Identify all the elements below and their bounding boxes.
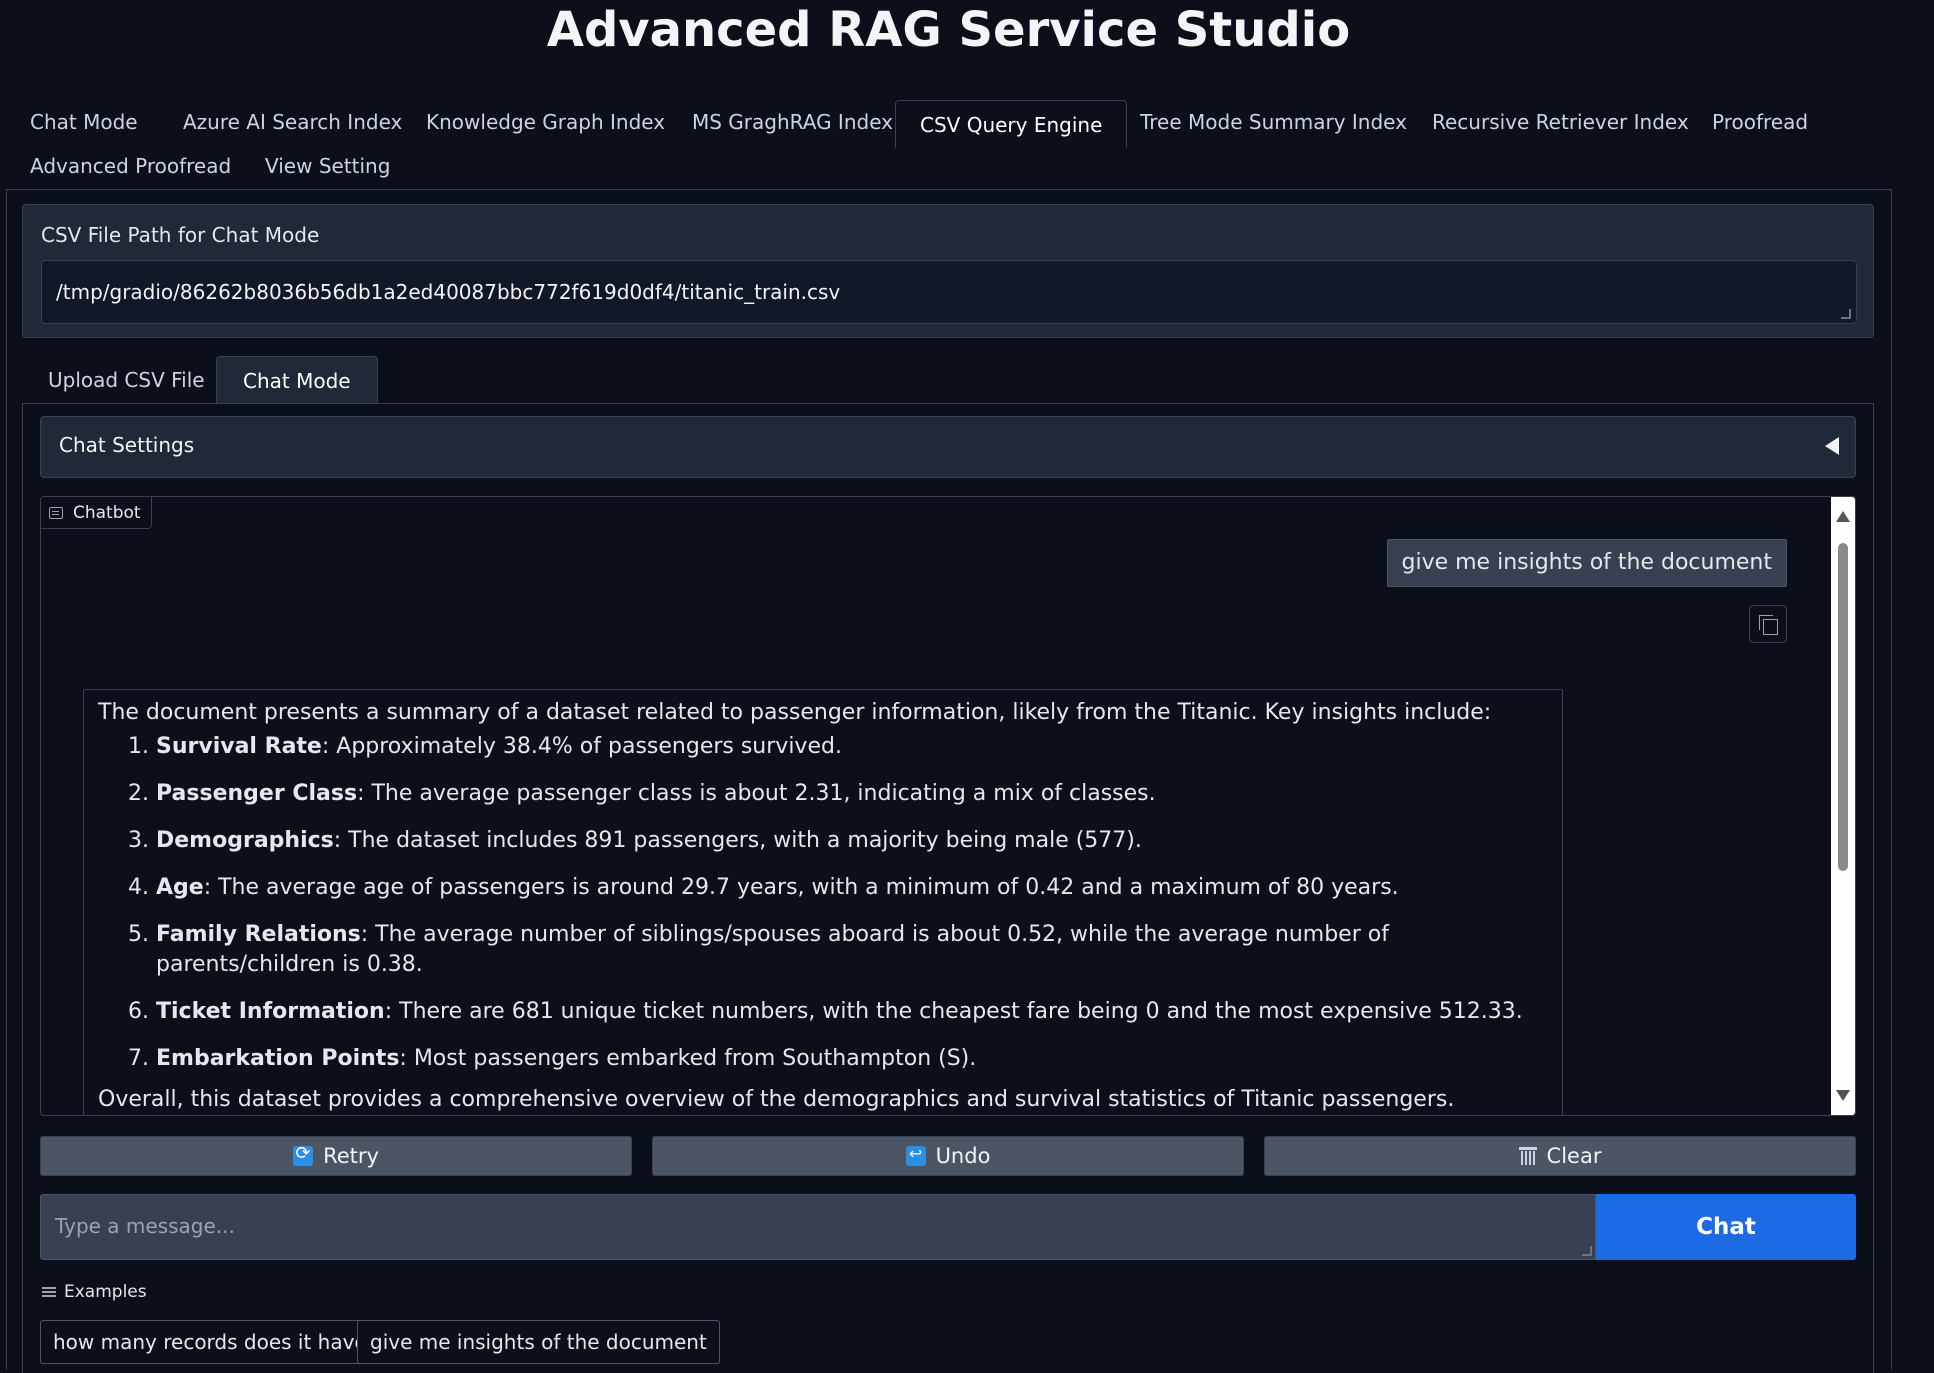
bot-message-intro: The document presents a summary of a dat…	[98, 700, 1492, 725]
caret-left-icon[interactable]	[1825, 437, 1839, 455]
item-text: : Most passengers embarked from Southamp…	[399, 1046, 977, 1071]
item-title: Demographics	[156, 828, 334, 853]
item-text: : The average age of passengers is aroun…	[203, 875, 1399, 900]
list-item: Family Relations: The average number of …	[156, 920, 1548, 980]
undo-button[interactable]: Undo	[652, 1136, 1244, 1176]
item-title: Age	[156, 875, 204, 900]
tab-view-setting[interactable]: View Setting	[241, 142, 414, 190]
csv-path-field[interactable]: /tmp/gradio/86262b8036b56db1a2ed40087bbc…	[41, 260, 1857, 324]
chat-settings-label: Chat Settings	[59, 433, 195, 457]
chat-bubble-icon	[49, 506, 63, 519]
item-title: Ticket Information	[156, 999, 385, 1024]
chat-settings-accordion[interactable]: Chat Settings	[40, 416, 1856, 478]
sub-tab-bar: Upload CSV File Chat Mode	[22, 356, 1874, 404]
trash-icon	[1518, 1146, 1537, 1166]
tab-chat-mode[interactable]: Chat Mode	[6, 98, 162, 146]
chat-scrollbar[interactable]	[1831, 497, 1855, 1115]
message-input[interactable]: Type a message...	[40, 1194, 1596, 1260]
item-title: Family Relations	[156, 922, 361, 947]
resize-handle-icon[interactable]	[1582, 1246, 1592, 1256]
copy-icon[interactable]	[1749, 605, 1787, 643]
example-button[interactable]: give me insights of the document	[357, 1320, 720, 1364]
tab-knowledge-graph-index[interactable]: Knowledge Graph Index	[402, 98, 689, 146]
scroll-up-arrow-icon[interactable]	[1836, 511, 1850, 522]
app-title: Advanced RAG Service Studio	[546, 2, 1351, 58]
tab-chat-mode-sub[interactable]: Chat Mode	[216, 356, 378, 404]
list-item: Passenger Class: The average passenger c…	[156, 779, 1548, 809]
retry-button[interactable]: Retry	[40, 1136, 632, 1176]
item-text: : The average passenger class is about 2…	[357, 781, 1156, 806]
tab-upload-csv-file[interactable]: Upload CSV File	[22, 356, 231, 404]
undo-icon	[905, 1144, 926, 1166]
clear-label: Clear	[1546, 1144, 1602, 1168]
undo-label: Undo	[935, 1144, 991, 1168]
csv-path-block: CSV File Path for Chat Mode /tmp/gradio/…	[22, 204, 1874, 338]
list-item: Survival Rate: Approximately 38.4% of pa…	[156, 732, 1548, 762]
bot-message: The document presents a summary of a dat…	[83, 689, 1563, 1115]
chatbot-label: Chatbot	[41, 497, 152, 529]
retry-icon	[293, 1143, 314, 1166]
insights-list: Survival Rate: Approximately 38.4% of pa…	[156, 732, 1548, 1074]
scroll-down-arrow-icon[interactable]	[1836, 1090, 1850, 1101]
clear-button[interactable]: Clear	[1264, 1136, 1856, 1176]
examples-label: Examples	[42, 1282, 147, 1302]
item-text: : There are 681 unique ticket numbers, w…	[384, 999, 1523, 1024]
list-item: Ticket Information: There are 681 unique…	[156, 997, 1548, 1027]
retry-label: Retry	[323, 1144, 379, 1168]
chatbot-panel: Chatbot give me insights of the document…	[40, 496, 1856, 1116]
examples-label-text: Examples	[64, 1282, 147, 1302]
bot-message-summary: Overall, this dataset provides a compreh…	[98, 1087, 1455, 1112]
item-title: Survival Rate	[156, 734, 322, 759]
user-message: give me insights of the document	[1386, 539, 1787, 587]
list-item: Age: The average age of passengers is ar…	[156, 873, 1548, 903]
tab-tree-mode-summary-index[interactable]: Tree Mode Summary Index	[1116, 98, 1431, 146]
resize-handle-icon[interactable]	[1841, 309, 1851, 319]
item-title: Passenger Class	[156, 781, 358, 806]
chat-button[interactable]: Chat	[1596, 1194, 1856, 1260]
tab-azure-ai-search-index[interactable]: Azure AI Search Index	[159, 98, 426, 146]
chatbot-label-text: Chatbot	[73, 502, 141, 523]
list-item: Demographics: The dataset includes 891 p…	[156, 826, 1548, 856]
item-text: : Approximately 38.4% of passengers surv…	[321, 734, 842, 759]
list-icon	[42, 1286, 56, 1298]
tab-ms-graphrag-index[interactable]: MS GraghRAG Index	[668, 98, 917, 146]
tab-csv-query-engine[interactable]: CSV Query Engine	[895, 100, 1128, 148]
item-text: : The dataset includes 891 passengers, w…	[333, 828, 1142, 853]
tab-advanced-proofread[interactable]: Advanced Proofread	[6, 142, 255, 190]
tab-proofread[interactable]: Proofread	[1688, 98, 1832, 146]
example-button[interactable]: how many records does it have	[40, 1320, 380, 1364]
tab-recursive-retriever-index[interactable]: Recursive Retriever Index	[1408, 98, 1713, 146]
scrollbar-thumb[interactable]	[1838, 543, 1848, 871]
list-item: Embarkation Points: Most passengers emba…	[156, 1044, 1548, 1074]
item-title: Embarkation Points	[156, 1046, 400, 1071]
csv-path-label: CSV File Path for Chat Mode	[41, 223, 320, 247]
